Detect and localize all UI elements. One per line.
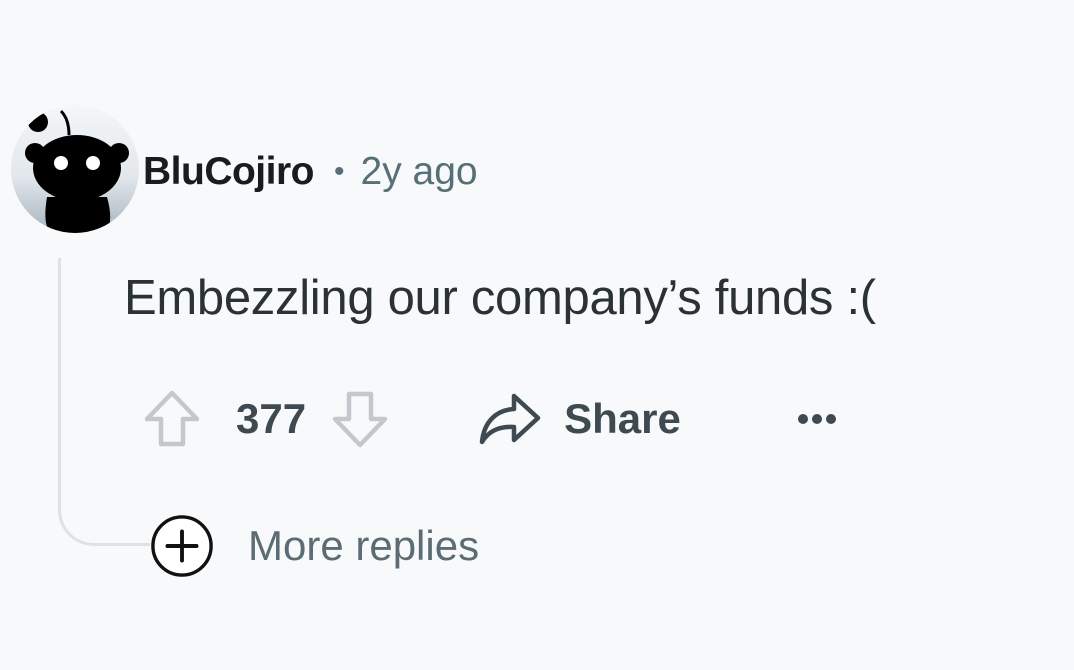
timestamp[interactable]: 2y ago [361,150,478,194]
downvote-arrow-icon [332,391,388,448]
upvote-button[interactable] [140,386,204,452]
share-arrow-icon [479,393,541,445]
comment-meta: BluCojiro • 2y ago [143,146,478,198]
comment: BluCojiro • 2y ago Embezzling our compan… [0,0,1074,670]
share-label: Share [564,395,681,442]
meta-separator: • [333,155,345,188]
more-replies-button[interactable]: More replies [150,514,479,578]
comment-actions: 377 Share [140,386,841,452]
author-name[interactable]: BluCojiro [143,150,314,194]
snoo-avatar-icon[interactable] [11,105,139,233]
plus-circle-icon [150,514,214,578]
upvote-arrow-icon [144,390,200,447]
more-replies-label: More replies [248,522,480,569]
downvote-button[interactable] [328,386,392,452]
share-button[interactable]: Share [478,392,681,446]
ellipsis-icon [797,414,836,424]
vote-score: 377 [236,395,307,442]
more-options-button[interactable] [793,399,841,439]
comment-body: Embezzling our company’s funds :( [124,271,876,325]
